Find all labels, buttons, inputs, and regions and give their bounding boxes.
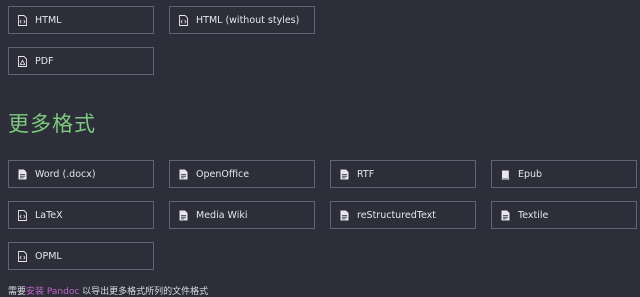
export-html-button[interactable]: HTML <box>8 6 154 34</box>
button-label: OPML <box>35 250 62 262</box>
file-code-icon <box>18 14 27 26</box>
button-label: Media Wiki <box>196 209 248 221</box>
button-label: HTML (without styles) <box>196 14 300 26</box>
export-textile-button[interactable]: Textile <box>491 201 637 229</box>
footnote-prefix: 需要 <box>8 287 27 297</box>
export-restructuredtext-button[interactable]: reStructuredText <box>330 201 476 229</box>
button-label: Epub <box>518 168 543 180</box>
file-code-icon <box>18 209 27 221</box>
file-text-icon <box>179 169 188 180</box>
export-rtf-button[interactable]: RTF <box>330 160 476 188</box>
file-pdf-icon <box>18 55 27 67</box>
file-code-icon <box>179 14 188 26</box>
export-openoffice-button[interactable]: OpenOffice <box>169 160 315 188</box>
button-label: LaTeX <box>35 209 63 221</box>
more-formats-heading: 更多格式 <box>8 112 96 136</box>
button-label: OpenOffice <box>196 168 250 180</box>
install-pandoc-link[interactable]: 安装 Pandoc <box>26 287 79 297</box>
export-word-button[interactable]: Word (.docx) <box>8 160 154 188</box>
export-mediawiki-button[interactable]: Media Wiki <box>169 201 315 229</box>
book-icon <box>501 169 510 180</box>
button-label: reStructuredText <box>357 209 436 221</box>
button-label: RTF <box>357 168 375 180</box>
export-opml-button[interactable]: OPML <box>8 242 154 270</box>
button-label: HTML <box>35 14 62 26</box>
file-text-icon <box>340 169 349 180</box>
file-code-icon <box>18 250 27 262</box>
export-html-without-styles-button[interactable]: HTML (without styles) <box>169 6 315 34</box>
button-label: PDF <box>35 55 54 67</box>
button-label: Textile <box>518 209 549 221</box>
file-text-icon <box>18 169 27 180</box>
export-pdf-button[interactable]: PDF <box>8 47 154 75</box>
export-epub-button[interactable]: Epub <box>491 160 637 188</box>
file-text-icon <box>179 210 188 221</box>
file-text-icon <box>340 210 349 221</box>
footnote-suffix: 以导出更多格式所列的文件格式 <box>79 287 209 297</box>
file-text-icon <box>501 210 510 221</box>
button-label: Word (.docx) <box>35 168 96 180</box>
export-latex-button[interactable]: LaTeX <box>8 201 154 229</box>
